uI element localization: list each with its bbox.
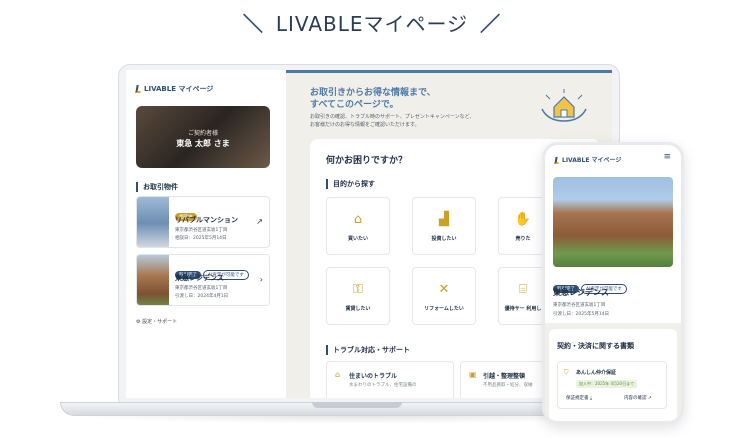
phone-property-name: 東急レジデンス [553, 288, 609, 297]
purpose-label: 投資したい [431, 236, 457, 242]
section-title-purpose: 目的から探す [326, 179, 375, 189]
profile-role: ご契約者様 [187, 130, 218, 137]
confirm-content-label: 内容の確認 [624, 396, 647, 401]
chevron-right-icon[interactable]: › [260, 275, 263, 284]
chart-up-icon: ▟ [439, 212, 449, 227]
gift-icon: ⌸ [519, 282, 527, 297]
section-title-trouble: トラブル対応・サポート [326, 345, 410, 355]
section-title-properties: お取引物件 [136, 182, 178, 192]
phone-mockup: LIVABLE マイページ ≡ 取引完了 AI査定が可能です 東急レジデンス 東京… [542, 142, 684, 424]
hero-sub-line-1: お取引きの確認、トラブル時のサポート、プレゼントキャンペーンなど、 [310, 114, 475, 120]
phone-logo-text: LIVABLE マイページ [562, 157, 622, 164]
phone-property-address: 東京都渋谷区道玄坂1丁目 [553, 303, 606, 308]
external-link-icon[interactable]: ↗ [256, 217, 263, 226]
purpose-sell-button[interactable]: ✋ 売りた [498, 197, 548, 255]
hero-line-1: お取引きからお得な情報まで、 [310, 88, 436, 98]
property-thumbnail [137, 255, 169, 305]
property-name: 東急レジデンス [175, 274, 224, 282]
hamburger-menu-icon[interactable]: ≡ [663, 152, 671, 162]
property-thumbnail [137, 197, 169, 247]
purpose-rent-button[interactable]: ⚿ 賃貸したい [326, 267, 390, 325]
settings-label: 設定・サポート [142, 319, 178, 325]
house-icon: ⌂ [335, 370, 341, 379]
purpose-benefit-button[interactable]: ⌸ 優待サー 利用し [498, 267, 548, 325]
hero-title: お取引きからお得な情報まで、 すべてこのページで。 [310, 87, 436, 111]
membership-badge: 加入中：2025年 4月20日まで [576, 380, 638, 388]
house-search-icon: ⌂ [353, 212, 363, 227]
property-name: リバブルマンション [175, 216, 238, 224]
tools-icon: ✕ [438, 282, 450, 297]
hero-subtitle: お取引きの確認、トラブル時のサポート、プレゼントキャンペーンなど、 お客様だけの… [310, 113, 474, 129]
hero-sub-line-2: お客様だけのお得な情報をご確認いただけます。 [310, 122, 420, 128]
trouble-desc: 水まわりのトラブル、住宅設備の [349, 383, 417, 388]
property-card[interactable]: 相談中 リバブルマンション 東京都渋谷区道玄坂1丁目 相談日：2025年5月14… [136, 196, 270, 248]
external-link-icon: ↗ [647, 396, 652, 401]
guarantee-terms-label: 保証規定書 [566, 396, 589, 401]
confirm-content-button[interactable]: 内容の確認 ↗ [624, 395, 652, 401]
hands-house-icon [541, 89, 587, 122]
gear-icon: ⚙ [136, 319, 141, 325]
trouble-title: 引越・整理整頓 [483, 373, 526, 380]
slash-right-icon: ／ [480, 12, 502, 36]
laptop-notch [312, 402, 402, 408]
app-logo-text: LIVABLE マイページ [144, 85, 214, 93]
purpose-buy-button[interactable]: ⌂ 買いたい [326, 197, 390, 255]
livable-logo-icon [135, 85, 142, 93]
sidebar: LIVABLE マイページ ご契約者様 東急 太郎 さま お取引物件 相談中 リ… [126, 70, 286, 398]
panel-title: 何かお困りですか？ [326, 156, 408, 166]
purpose-reform-button[interactable]: ✕ リフォームしたい [412, 267, 476, 325]
purpose-label: リフォームしたい [424, 306, 464, 312]
headline-text: LIVABLEマイページ [275, 12, 469, 36]
profile-card[interactable]: ご契約者様 東急 太郎 さま [136, 106, 270, 168]
phone-app-logo[interactable]: LIVABLE マイページ [554, 155, 622, 164]
app-logo[interactable]: LIVABLE マイページ [135, 84, 214, 94]
property-photo [553, 177, 673, 267]
trouble-desc: 不用品買取・処分、収納 [483, 383, 533, 388]
livable-logo-icon [554, 157, 560, 164]
guarantee-terms-button[interactable]: 保証規定書 ⤓ [566, 395, 592, 401]
profile-name: 東急 太郎 さま [176, 139, 230, 148]
property-address: 東京都渋谷区道玄坂1丁目 [175, 228, 228, 233]
slash-left-icon: ＼ [242, 12, 264, 36]
documents-title: 契約・決済に関する書類 [557, 342, 634, 350]
property-date: 相談日：2025年5月14日 [175, 236, 227, 241]
purpose-label: 優待サー 利用し [504, 306, 542, 312]
purpose-label: 賃貸したい [345, 306, 371, 312]
property-date: 引渡し日：2024年4月1日 [175, 294, 229, 299]
settings-link[interactable]: ⚙ 設定・サポート [136, 318, 177, 325]
purpose-label: 売りた [515, 236, 531, 242]
shield-check-icon: ⛉ [564, 369, 569, 376]
documents-card: 契約・決済に関する書類 ⛉ あんしん仲介保証 加入中：2025年 4月20日まで… [549, 329, 677, 421]
trouble-title: 住まいのトラブル [349, 373, 398, 380]
document-title: あんしん仲介保証 [576, 370, 617, 376]
hero-line-2: すべてこのページで。 [310, 100, 399, 110]
download-icon: ⤓ [589, 396, 592, 401]
property-address: 東京都渋谷区道玄坂1丁目 [175, 286, 228, 291]
phone-property-date: 引渡し日：2025年5月14日 [553, 312, 610, 317]
purpose-invest-button[interactable]: ▟ 投資したい [412, 197, 476, 255]
guarantee-document[interactable]: ⛉ あんしん仲介保証 加入中：2025年 4月20日まで 保証規定書 ⤓ 内容の… [557, 361, 667, 409]
property-card[interactable]: 取引完了 AI査定が可能です 東急レジデンス 東京都渋谷区道玄坂1丁目 引渡し日：… [136, 254, 270, 306]
laptop-screen: LIVABLE マイページ ご契約者様 東急 太郎 さま お取引物件 相談中 リ… [126, 70, 612, 398]
trouble-home-card[interactable]: ⌂ 住まいのトラブル 水まわりのトラブル、住宅設備の [326, 361, 454, 398]
box-icon: ▣ [469, 370, 477, 379]
headline: ＼ LIVABLEマイページ ／ [0, 8, 744, 37]
hand-house-icon: ✋ [514, 212, 532, 227]
purpose-label: 買いたい [347, 236, 368, 242]
key-hand-icon: ⚿ [353, 282, 363, 297]
